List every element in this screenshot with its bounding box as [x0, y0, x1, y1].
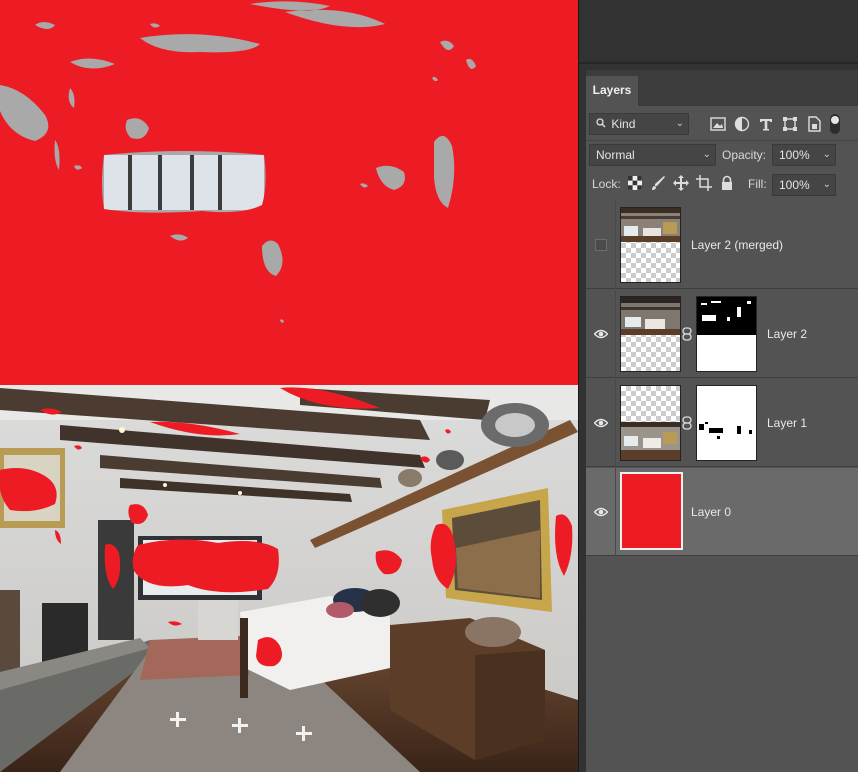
- layer-row-layer-1[interactable]: Layer 1: [586, 379, 858, 467]
- visibility-toggle[interactable]: [586, 290, 616, 378]
- layer-thumbnail[interactable]: [620, 296, 681, 372]
- layer-thumbnail[interactable]: [620, 207, 681, 283]
- lock-label: Lock:: [592, 177, 621, 191]
- chevron-down-icon: ⌄: [675, 118, 684, 129]
- blend-mode-value: Normal: [596, 148, 635, 162]
- image-filter-icon[interactable]: [709, 115, 727, 133]
- red-fill-swatch: [622, 474, 681, 548]
- eye-icon: [594, 329, 608, 339]
- layer-mask-thumbnail[interactable]: [696, 296, 757, 372]
- opacity-label: Opacity:: [722, 148, 767, 162]
- filter-toggle-icon[interactable]: [829, 113, 841, 135]
- visibility-toggle[interactable]: [586, 201, 616, 289]
- opacity-value: 100%: [779, 148, 810, 162]
- layer-name[interactable]: Layer 2 (merged): [691, 201, 783, 289]
- visibility-toggle[interactable]: [586, 468, 616, 556]
- eye-icon: [594, 418, 608, 428]
- layer-row-layer-0[interactable]: Layer 0: [586, 468, 858, 556]
- canvas-image: [0, 0, 578, 772]
- fill-field[interactable]: 100% ⌄: [772, 174, 836, 196]
- document-canvas[interactable]: [0, 0, 578, 772]
- tab-layers[interactable]: Layers: [586, 76, 638, 106]
- lock-artboard-icon[interactable]: [696, 175, 712, 191]
- blend-mode-dropdown[interactable]: Normal ⌄: [589, 144, 716, 166]
- mask-link-icon[interactable]: [682, 416, 692, 430]
- divider: [586, 140, 858, 141]
- layer-name[interactable]: Layer 0: [691, 468, 731, 556]
- panel-dock: Layers Kind ⌄ Normal ⌄ Opacity: 100% ⌄ L…: [578, 0, 858, 772]
- eye-icon: [594, 507, 608, 517]
- chevron-down-icon: ⌄: [702, 149, 711, 160]
- lock-pixels-icon[interactable]: [650, 175, 666, 191]
- opacity-field[interactable]: 100% ⌄: [772, 144, 836, 166]
- adjustment-filter-icon[interactable]: [733, 115, 751, 133]
- smart-object-filter-icon[interactable]: [805, 115, 823, 133]
- mask-link-icon[interactable]: [682, 327, 692, 341]
- layer-name[interactable]: Layer 1: [767, 379, 807, 467]
- layer-mask-thumbnail[interactable]: [696, 385, 757, 461]
- type-filter-icon[interactable]: [757, 115, 775, 133]
- search-icon: [596, 114, 608, 134]
- layer-thumbnail[interactable]: [620, 385, 681, 461]
- collapsed-panel-strip: [579, 0, 858, 64]
- fill-value: 100%: [779, 178, 810, 192]
- fill-label: Fill:: [748, 177, 767, 191]
- visibility-toggle[interactable]: [586, 379, 616, 467]
- layer-thumbnail[interactable]: [620, 472, 683, 550]
- filter-kind-value: Kind: [611, 117, 636, 131]
- layers-panel: Layers Kind ⌄ Normal ⌄ Opacity: 100% ⌄ L…: [586, 70, 858, 772]
- visibility-off-icon: [595, 239, 607, 251]
- lock-transparent-icon[interactable]: [627, 175, 643, 191]
- layer-row-layer-2-merged[interactable]: Layer 2 (merged): [586, 201, 858, 289]
- shape-filter-icon[interactable]: [781, 115, 799, 133]
- lock-all-icon[interactable]: [719, 175, 735, 191]
- chevron-down-icon: ⌄: [822, 149, 831, 160]
- panel-tab-row: Layers: [586, 70, 858, 106]
- lock-position-icon[interactable]: [673, 175, 689, 191]
- layer-row-layer-2[interactable]: Layer 2: [586, 290, 858, 378]
- filter-kind-dropdown[interactable]: Kind ⌄: [589, 113, 689, 135]
- layer-name[interactable]: Layer 2: [767, 290, 807, 378]
- chevron-down-icon: ⌄: [822, 179, 831, 190]
